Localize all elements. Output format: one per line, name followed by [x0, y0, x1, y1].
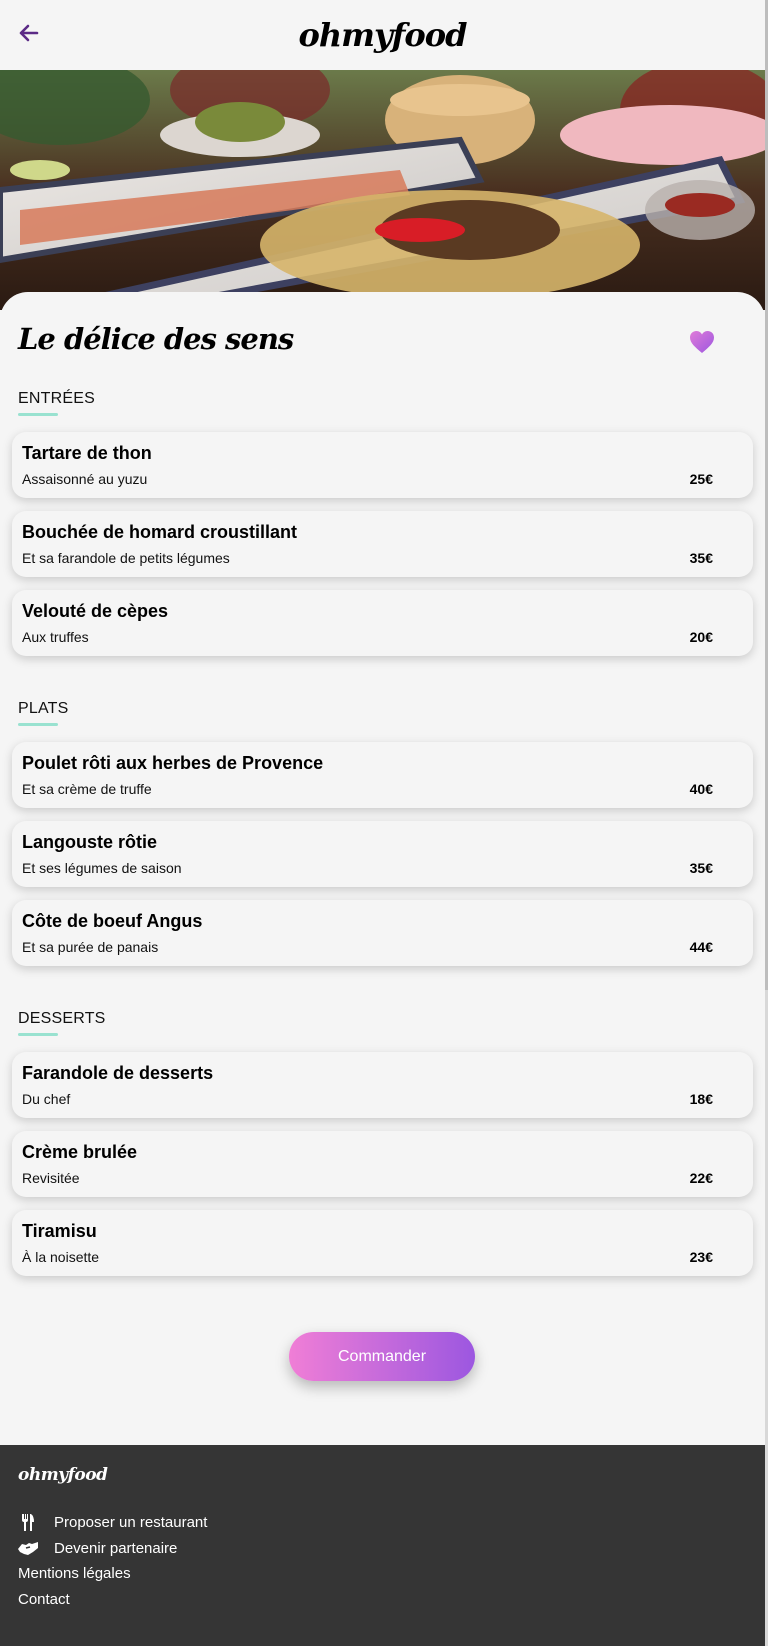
- dish-card[interactable]: Côte de boeuf Angus Et sa purée de panais…: [12, 900, 753, 966]
- utensils-icon: [18, 1513, 38, 1531]
- dish-description: Et ses légumes de saison: [22, 860, 182, 876]
- dish-name: Crème brulée: [22, 1142, 138, 1162]
- dish-card[interactable]: Poulet rôti aux herbes de Provence Et sa …: [12, 742, 753, 808]
- restaurant-hero-image: [0, 70, 765, 310]
- dish-name: Côte de boeuf Angus: [22, 911, 203, 931]
- arrow-left-icon: [19, 24, 39, 42]
- dish-price: 35€: [689, 860, 713, 876]
- dish-card[interactable]: Farandole de desserts Du chef 18€: [12, 1052, 753, 1118]
- dish-name: Tartare de thon: [22, 443, 152, 463]
- section-title: DESSERTS: [18, 1010, 106, 1027]
- dish-name: Velouté de cèpes: [22, 601, 169, 621]
- heart-icon[interactable]: [689, 330, 715, 354]
- section-underline: [18, 1033, 58, 1036]
- dish-description: Et sa purée de panais: [22, 939, 159, 955]
- handshake-icon: [18, 1539, 38, 1557]
- dish-name: Farandole de desserts: [22, 1063, 214, 1083]
- dish-description: Et sa crème de truffe: [22, 781, 152, 797]
- dish-description: Du chef: [22, 1091, 71, 1107]
- footer-link-contact[interactable]: Contact: [18, 1591, 70, 1608]
- dish-card[interactable]: Tiramisu À la noisette 23€: [12, 1210, 753, 1276]
- dish-description: Assaisonné au yuzu: [22, 471, 148, 487]
- dish-price: 25€: [689, 471, 713, 487]
- section-title: ENTRÉES: [18, 390, 95, 407]
- page: ohmyfood Le délice des sens ENTRÉES Tart…: [0, 0, 768, 1646]
- section-underline: [18, 723, 58, 726]
- footer: ohmyfood Proposer un restaurant Devenir …: [0, 1445, 765, 1646]
- dish-card[interactable]: Tartare de thon Assaisonné au yuzu 25€: [12, 432, 753, 498]
- section-title: PLATS: [18, 700, 69, 717]
- dish-description: Et sa farandole de petits légumes: [22, 550, 230, 566]
- footer-logo[interactable]: ohmyfood: [18, 1465, 108, 1485]
- dish-card[interactable]: Crème brulée Revisitée 22€: [12, 1131, 753, 1197]
- dish-name: Langouste rôtie: [22, 832, 158, 852]
- app-logo[interactable]: ohmyfood: [299, 16, 468, 54]
- dish-card[interactable]: Bouchée de homard croustillant Et sa fara…: [12, 511, 753, 577]
- footer-link-label: Proposer un restaurant: [54, 1513, 208, 1531]
- footer-link-legal[interactable]: Mentions légales: [18, 1565, 131, 1582]
- dish-price: 44€: [689, 939, 713, 955]
- restaurant-name: Le délice des sens: [18, 322, 294, 356]
- dish-description: Aux truffes: [22, 629, 89, 645]
- dish-name: Bouchée de homard croustillant: [22, 522, 298, 542]
- dish-description: Revisitée: [22, 1170, 80, 1186]
- order-button[interactable]: Commander: [289, 1332, 475, 1381]
- dish-name: Poulet rôti aux herbes de Provence: [22, 753, 324, 773]
- dish-card[interactable]: Velouté de cèpes Aux truffes 20€: [12, 590, 753, 656]
- dish-price: 20€: [689, 629, 713, 645]
- footer-link-propose-restaurant[interactable]: Proposer un restaurant: [18, 1513, 207, 1531]
- footer-link-label: Contact: [18, 1591, 70, 1608]
- top-bar: ohmyfood: [0, 0, 765, 70]
- dish-name: Tiramisu: [22, 1221, 97, 1241]
- dish-description: À la noisette: [22, 1249, 100, 1265]
- dish-price: 22€: [689, 1170, 713, 1186]
- dish-price: 23€: [689, 1249, 713, 1265]
- footer-link-label: Mentions légales: [18, 1565, 131, 1582]
- dish-price: 35€: [689, 550, 713, 566]
- footer-link-become-partner[interactable]: Devenir partenaire: [18, 1539, 177, 1557]
- dish-card[interactable]: Langouste rôtie Et ses légumes de saison 3…: [12, 821, 753, 887]
- back-button[interactable]: [16, 20, 42, 46]
- dish-price: 18€: [689, 1091, 713, 1107]
- dish-price: 40€: [689, 781, 713, 797]
- section-underline: [18, 413, 58, 416]
- footer-link-label: Devenir partenaire: [54, 1539, 178, 1557]
